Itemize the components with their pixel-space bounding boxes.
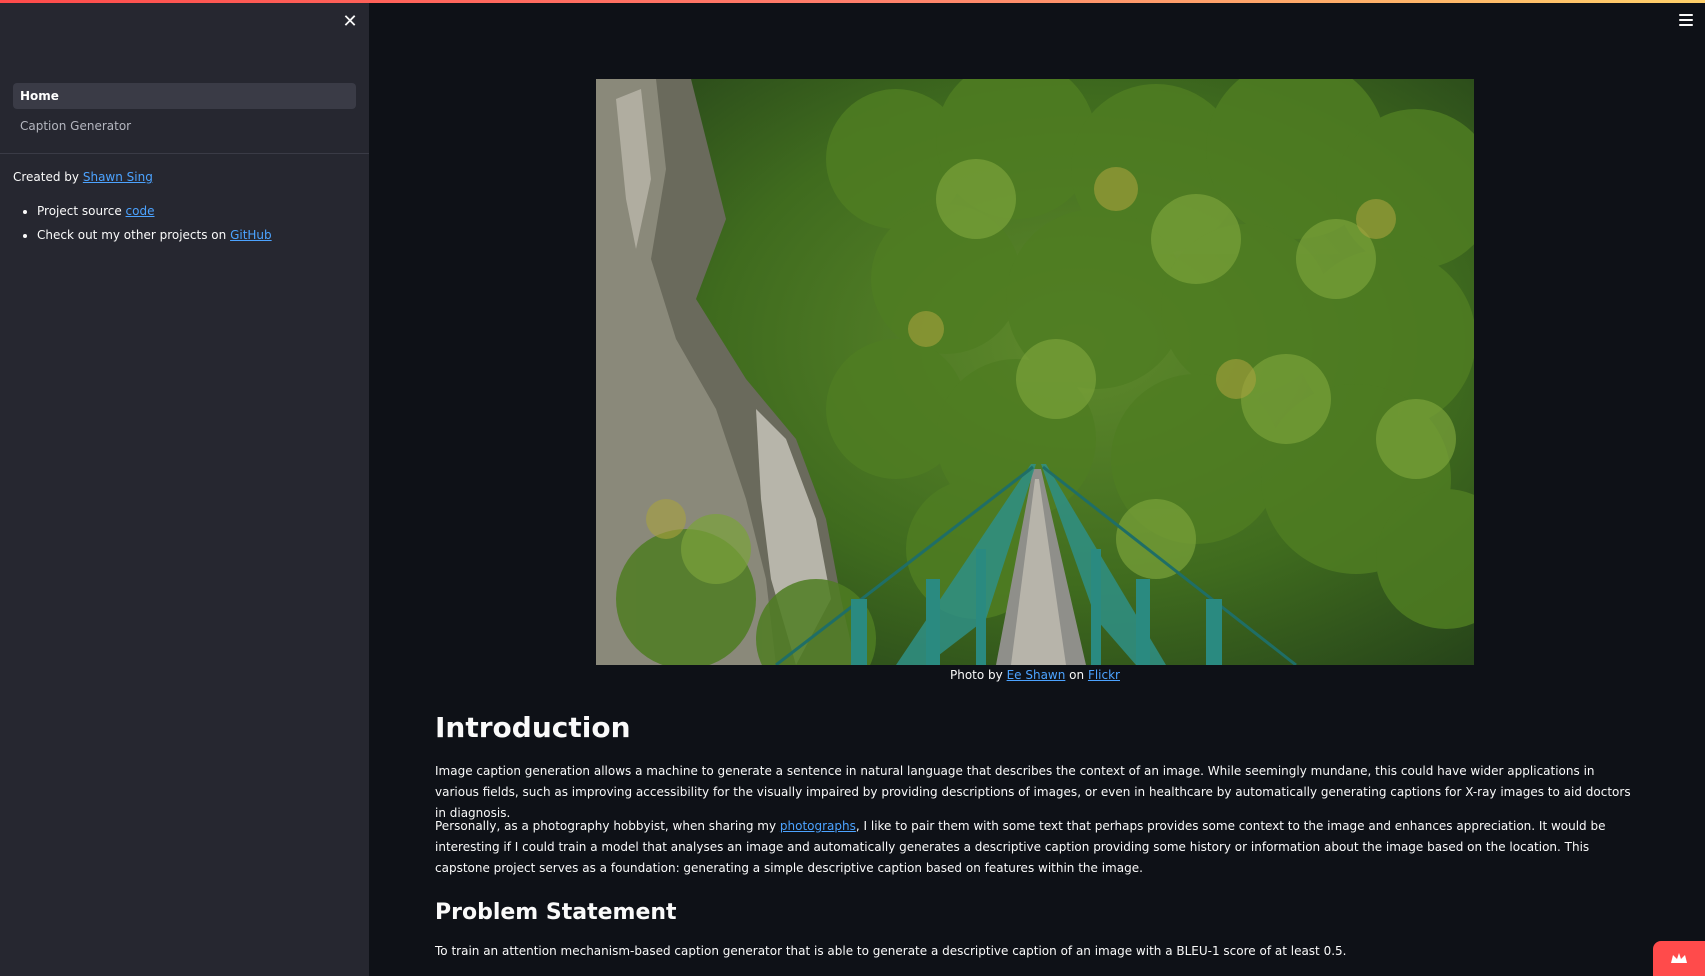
streamlit-badge[interactable] bbox=[1653, 941, 1705, 976]
hero-photo bbox=[596, 79, 1474, 665]
list-item: Check out my other projects on GitHub bbox=[37, 226, 356, 244]
list-item: Project source code bbox=[37, 202, 356, 220]
github-link[interactable]: GitHub bbox=[230, 228, 272, 242]
close-icon[interactable]: ✕ bbox=[340, 12, 360, 32]
sidebar-nav: Home Caption Generator bbox=[13, 83, 356, 143]
photographs-link[interactable]: photographs bbox=[780, 819, 856, 833]
problem-statement-heading: Problem Statement bbox=[435, 900, 677, 925]
p2-before: Personally, as a photography hobbyist, w… bbox=[435, 819, 780, 833]
created-by-prefix: Created by bbox=[13, 170, 83, 184]
caption-prefix: Photo by bbox=[950, 668, 1007, 682]
sidebar-divider bbox=[0, 153, 369, 154]
sidebar: ✕ Home Caption Generator Created by Shaw… bbox=[0, 0, 369, 976]
intro-paragraph-1: Image caption generation allows a machin… bbox=[435, 764, 1631, 820]
sidebar-item-home[interactable]: Home bbox=[13, 83, 356, 109]
sidebar-info: Created by Shawn Sing Project source cod… bbox=[13, 168, 356, 250]
flickr-link[interactable]: Flickr bbox=[1088, 668, 1120, 682]
bridge-forest-image bbox=[596, 79, 1474, 665]
problem-statement-text: To train an attention mechanism-based ca… bbox=[435, 944, 1347, 958]
photographer-link[interactable]: Ee Shawn bbox=[1007, 668, 1066, 682]
list-item-prefix: Project source bbox=[37, 204, 126, 218]
photo-caption: Photo by Ee Shawn on Flickr bbox=[435, 668, 1635, 682]
author-link[interactable]: Shawn Sing bbox=[83, 170, 153, 184]
intro-paragraph-2: Personally, as a photography hobbyist, w… bbox=[435, 816, 1635, 879]
created-by-text: Created by Shawn Sing bbox=[13, 168, 356, 186]
sidebar-item-caption-generator[interactable]: Caption Generator bbox=[13, 113, 356, 139]
main-content: Photo by Ee Shawn on Flickr Introduction… bbox=[435, 0, 1635, 976]
caption-mid: on bbox=[1065, 668, 1088, 682]
list-item-prefix: Check out my other projects on bbox=[37, 228, 231, 242]
introduction-heading: Introduction bbox=[435, 711, 631, 744]
top-decoration-bar bbox=[0, 0, 1705, 3]
source-code-link[interactable]: code bbox=[126, 204, 155, 218]
hamburger-menu-icon[interactable] bbox=[1679, 14, 1693, 26]
sidebar-links-list: Project source code Check out my other p… bbox=[13, 202, 356, 244]
crown-icon bbox=[1671, 953, 1687, 963]
